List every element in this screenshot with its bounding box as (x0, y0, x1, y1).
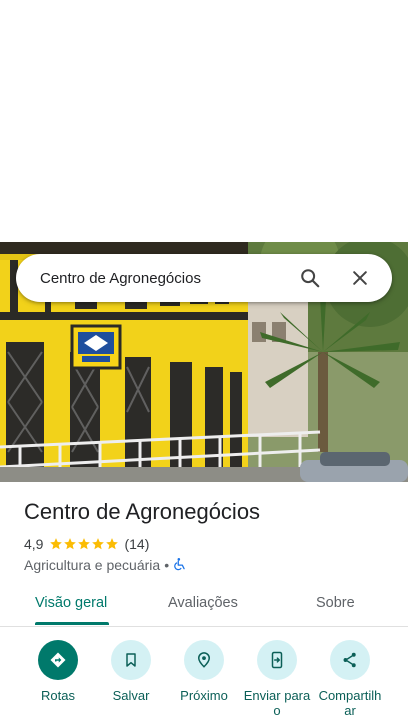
rating-stars (49, 537, 119, 551)
directions-icon (38, 640, 78, 680)
nearby-button[interactable]: Próximo (164, 640, 244, 703)
save-button[interactable]: Salvar (91, 640, 171, 703)
send-to-phone-button[interactable]: Enviar para o (237, 640, 317, 718)
bookmark-icon (111, 640, 151, 680)
star-icon (92, 538, 105, 550)
nearby-label: Próximo (180, 688, 228, 703)
place-title: Centro de Agronegócios (24, 499, 261, 524)
review-count: (14) (124, 536, 150, 552)
tab-bar: Visão geral Avaliações Sobre (0, 584, 408, 627)
map-blank-area (0, 0, 408, 242)
directions-button[interactable]: Rotas (18, 640, 98, 703)
star-icon (106, 538, 119, 550)
nearby-icon (184, 640, 224, 680)
accessibility-icon (173, 557, 187, 574)
category-row: Agricultura e pecuária • (24, 556, 187, 574)
share-button[interactable]: Compartilhar (310, 640, 390, 718)
tab-overview[interactable]: Visão geral (35, 595, 107, 611)
rating-row[interactable]: 4,9 (14) (24, 535, 149, 553)
rating-value: 4,9 (24, 536, 44, 552)
search-bar[interactable]: Centro de Agronegócios (16, 254, 392, 302)
directions-label: Rotas (41, 688, 75, 703)
save-label: Salvar (112, 688, 150, 703)
star-icon (78, 538, 91, 550)
search-icon[interactable] (292, 260, 328, 296)
tab-about[interactable]: Sobre (316, 595, 355, 611)
place-category: Agricultura e pecuária (24, 557, 161, 573)
star-icon (64, 538, 77, 550)
send-to-phone-icon (257, 640, 297, 680)
send-to-phone-label: Enviar para o (243, 688, 311, 718)
close-icon[interactable] (342, 260, 378, 296)
share-icon (330, 640, 370, 680)
tab-reviews[interactable]: Avaliações (168, 595, 238, 611)
share-label: Compartilhar (318, 688, 382, 718)
star-icon (50, 538, 63, 550)
active-tab-indicator (35, 622, 109, 625)
separator-dot: • (164, 557, 170, 573)
search-query-text[interactable]: Centro de Agronegócios (40, 270, 292, 287)
